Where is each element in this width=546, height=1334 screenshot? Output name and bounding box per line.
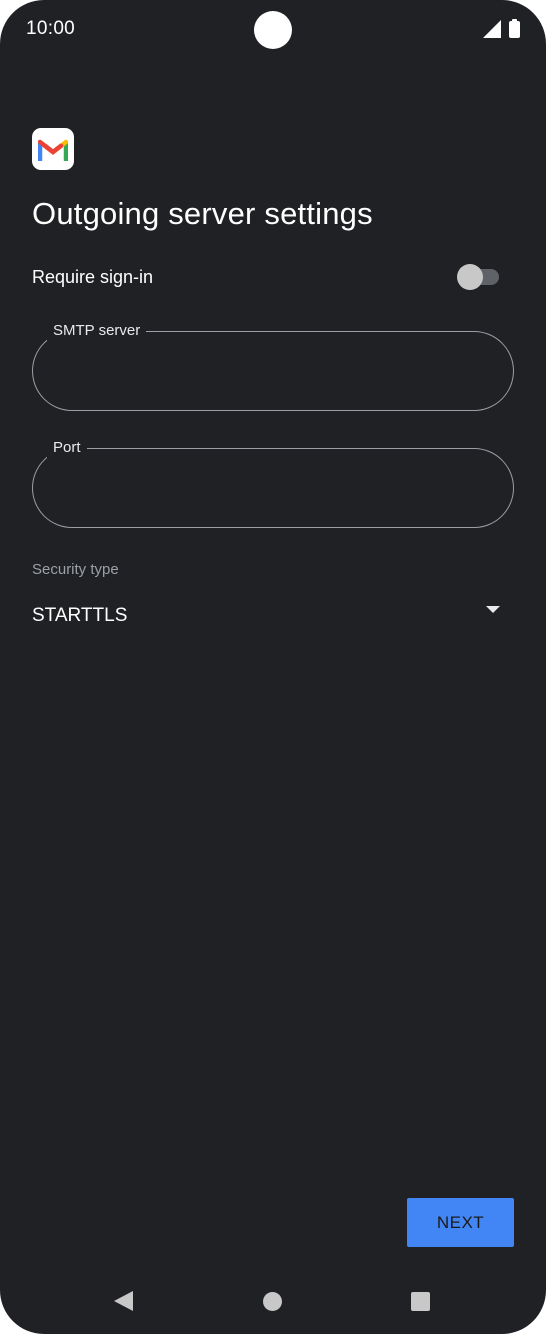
status-time: 10:00 bbox=[26, 18, 76, 39]
require-signin-label: Require sign-in bbox=[32, 267, 154, 287]
dropdown-arrow-icon bbox=[486, 606, 500, 613]
security-type-label: Security type bbox=[32, 561, 119, 578]
port-input[interactable] bbox=[55, 473, 491, 505]
smtp-server-field[interactable]: SMTP server bbox=[32, 321, 514, 411]
phone-screen: 10:00 Outgoing server settings Require s… bbox=[0, 0, 546, 1334]
smtp-server-input[interactable] bbox=[55, 356, 491, 388]
gmail-icon bbox=[32, 128, 74, 170]
port-field[interactable]: Port bbox=[32, 438, 514, 528]
home-icon[interactable] bbox=[263, 1292, 282, 1311]
smtp-server-label: SMTP server bbox=[47, 321, 147, 341]
back-icon[interactable] bbox=[114, 1291, 133, 1311]
front-camera bbox=[254, 11, 292, 49]
page-title: Outgoing server settings bbox=[32, 196, 373, 231]
toggle-thumb bbox=[457, 264, 483, 290]
security-type-value: STARTTLS bbox=[32, 605, 128, 626]
next-button[interactable]: NEXT bbox=[407, 1198, 514, 1247]
recents-icon[interactable] bbox=[411, 1292, 430, 1311]
require-signin-toggle[interactable] bbox=[457, 264, 499, 290]
status-icons bbox=[483, 19, 520, 38]
security-type-dropdown[interactable]: STARTTLS bbox=[32, 596, 504, 636]
battery-icon bbox=[509, 19, 520, 38]
port-label: Port bbox=[47, 438, 87, 458]
signal-icon bbox=[483, 20, 501, 38]
